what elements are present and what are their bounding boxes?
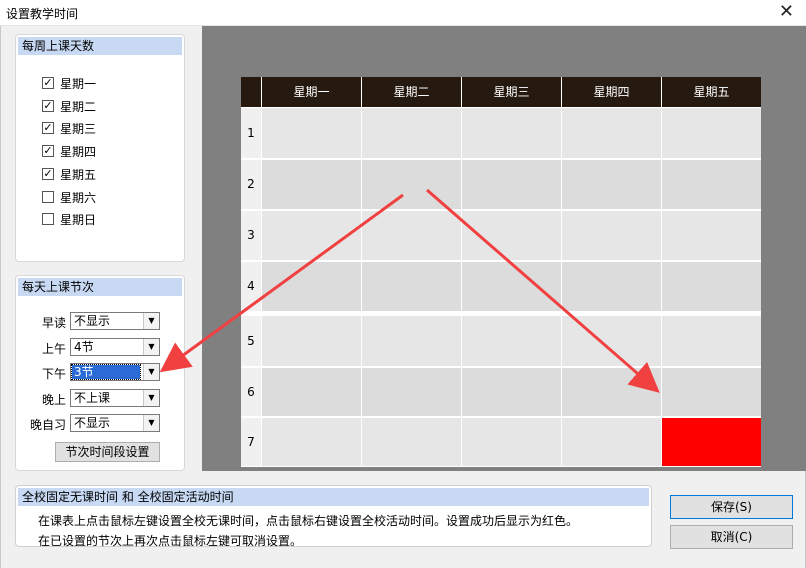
chevron-down-icon[interactable]: ▼ (143, 364, 159, 380)
info-title: 全校固定无课时间 和 全校固定活动时间 (18, 488, 649, 506)
checkbox-checked-icon[interactable]: ✓ (42, 99, 54, 112)
day-label: 星期六 (60, 190, 97, 205)
timetable-cell[interactable] (362, 368, 461, 416)
timetable-cell[interactable] (662, 262, 761, 311)
timetable-cell[interactable] (362, 160, 461, 209)
checkbox-checked-icon[interactable]: ✓ (42, 122, 54, 135)
title-bar: 设置教学时间 ✕ (0, 0, 806, 26)
timetable-cell[interactable] (562, 108, 661, 158)
timetable-cell[interactable] (662, 368, 761, 416)
day-label: 星期二 (60, 99, 97, 114)
timetable-cell[interactable] (262, 211, 361, 260)
close-icon[interactable]: ✕ (779, 2, 794, 22)
chevron-down-icon[interactable]: ▼ (143, 313, 159, 329)
period-select[interactable]: 不显示 ▼ (70, 312, 160, 330)
period-select[interactable]: 不上课 ▼ (70, 389, 160, 407)
timetable-grid[interactable]: 星期一 星期二 星期三 星期四 星期五 1 2 3 4 5 6 7 (241, 77, 761, 467)
period-label: 早读 (41, 316, 66, 330)
timetable-cell[interactable] (262, 316, 361, 366)
checkbox-unchecked-icon[interactable] (42, 213, 54, 226)
day-label: 星期日 (60, 213, 97, 228)
timetable-column-header: 星期一 (262, 77, 361, 107)
timetable-row-number: 4 (241, 262, 261, 311)
timetable-cell[interactable] (462, 418, 561, 466)
timetable-cell[interactable] (462, 160, 561, 209)
info-line-2: 在已设置的节次上再次点击鼠标左键可取消设置。 (38, 534, 303, 548)
timetable-cell[interactable] (562, 418, 661, 466)
timetable-column-header: 星期五 (662, 77, 761, 107)
timetable-cell[interactable] (562, 211, 661, 260)
periods-panel-title: 每天上课节次 (18, 278, 182, 296)
chevron-down-icon[interactable]: ▼ (143, 415, 159, 431)
period-select-value: 不上课 (74, 391, 111, 405)
timetable-column-header: 星期四 (562, 77, 661, 107)
days-panel: 每周上课天数 ✓ 星期一 ✓ 星期二 ✓ 星期三 ✓ 星期四 ✓ 星期五星期六星期日 (15, 34, 185, 262)
timetable-cell[interactable] (562, 316, 661, 366)
timetable-cell[interactable] (662, 316, 761, 366)
period-label: 晚上 (41, 393, 66, 407)
timetable-cell[interactable] (362, 108, 461, 158)
timetable-row-number: 7 (241, 418, 261, 466)
timetable-cell[interactable] (662, 211, 761, 260)
timetable-cell[interactable] (562, 368, 661, 416)
timetable-column-header: 星期二 (362, 77, 461, 107)
periods-panel: 每天上课节次 早读 不显示 ▼ 上午 4节 ▼ 下午 3节 ▼ 晚上 不上课 ▼ 晚自习 不显示 ▼ 节次时… (15, 275, 185, 471)
timetable-cell[interactable] (362, 211, 461, 260)
period-select-value: 3节 (71, 364, 141, 380)
save-button[interactable]: 保存(S) (670, 495, 793, 519)
period-select[interactable]: 3节 ▼ (70, 363, 160, 381)
timetable-cell[interactable] (462, 211, 561, 260)
window-title: 设置教学时间 (6, 7, 79, 21)
timetable-cell[interactable] (262, 160, 361, 209)
day-label: 星期四 (60, 145, 97, 160)
dialog-client-area: 每周上课天数 ✓ 星期一 ✓ 星期二 ✓ 星期三 ✓ 星期四 ✓ 星期五星期六星期日 每天上课节次… (0, 26, 806, 568)
checkbox-checked-icon[interactable]: ✓ (42, 167, 54, 180)
timetable-cell[interactable] (662, 108, 761, 158)
timetable-cell[interactable] (262, 262, 361, 311)
period-select[interactable]: 不显示 ▼ (70, 414, 160, 432)
timetable-cell-marked[interactable] (662, 418, 761, 466)
timetable-cell[interactable] (262, 108, 361, 158)
checkbox-checked-icon[interactable]: ✓ (42, 145, 54, 158)
timetable-cell[interactable] (362, 316, 461, 366)
chevron-down-icon[interactable]: ▼ (143, 339, 159, 355)
info-panel: 全校固定无课时间 和 全校固定活动时间 在课表上点击鼠标左键设置全校无课时间，点… (15, 485, 652, 548)
timetable-cell[interactable] (462, 368, 561, 416)
cancel-button[interactable]: 取消(C) (670, 525, 793, 549)
timetable-cell[interactable] (262, 418, 361, 466)
chevron-down-icon[interactable]: ▼ (143, 390, 159, 406)
timetable-row-number: 1 (241, 108, 261, 158)
checkbox-unchecked-icon[interactable] (42, 190, 54, 203)
timetable-cell[interactable] (562, 262, 661, 311)
timetable-cell[interactable] (262, 368, 361, 416)
period-select-value: 不显示 (74, 314, 111, 328)
timetable-cell[interactable] (362, 418, 461, 466)
timetable-row-number: 2 (241, 160, 261, 209)
timetable-corner (241, 77, 261, 107)
period-label: 晚自习 (29, 418, 66, 432)
timetable-row-number: 5 (241, 316, 261, 366)
period-label: 上午 (41, 342, 66, 356)
day-label: 星期五 (60, 167, 97, 182)
period-select-value: 不显示 (74, 416, 111, 430)
timetable-row-number: 6 (241, 368, 261, 416)
timetable-cell[interactable] (462, 108, 561, 158)
timetable-cell[interactable] (362, 262, 461, 311)
timetable-cell[interactable] (462, 316, 561, 366)
info-line-1: 在课表上点击鼠标左键设置全校无课时间，点击鼠标右键设置全校活动时间。设置成功后显… (38, 514, 579, 528)
day-label: 星期三 (60, 122, 97, 137)
timetable-row-number: 3 (241, 211, 261, 260)
timetable-column-header: 星期三 (462, 77, 561, 107)
session-divider (241, 312, 761, 315)
period-select-value: 4节 (74, 340, 94, 354)
checkbox-checked-icon[interactable]: ✓ (42, 77, 54, 89)
days-panel-title: 每周上课天数 (18, 37, 182, 55)
timetable-cell[interactable] (662, 160, 761, 209)
period-select[interactable]: 4节 ▼ (70, 338, 160, 356)
timetable-cell[interactable] (462, 262, 561, 311)
timetable-cell[interactable] (562, 160, 661, 209)
period-time-settings-button[interactable]: 节次时间段设置 (55, 442, 160, 462)
period-label: 下午 (41, 367, 66, 381)
day-label: 星期一 (60, 77, 97, 91)
